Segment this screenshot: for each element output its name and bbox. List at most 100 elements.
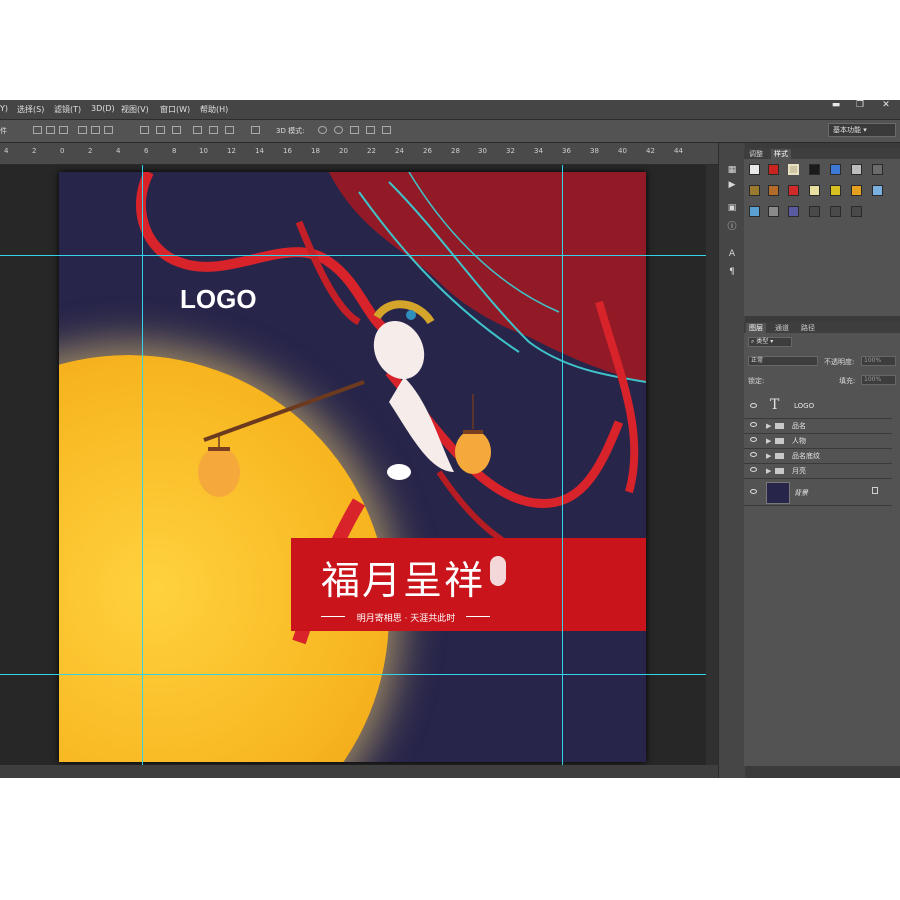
guide-vertical[interactable] bbox=[142, 165, 143, 778]
distribute-top-icon[interactable] bbox=[140, 126, 149, 134]
align-hcenter-icon[interactable] bbox=[91, 126, 100, 134]
style-swatch[interactable] bbox=[830, 164, 841, 175]
auto-align-icon[interactable] bbox=[251, 126, 260, 134]
styles-panel-tabs: 调整 样式 bbox=[744, 148, 900, 159]
eye-icon[interactable] bbox=[750, 422, 757, 427]
3d-slide-icon[interactable] bbox=[366, 126, 375, 134]
info-icon[interactable]: ⓘ bbox=[725, 221, 739, 233]
canvas-area[interactable]: LOGO 福月呈祥 明月寄相思 · 天涯共此时 bbox=[0, 165, 718, 778]
tab-styles[interactable]: 样式 bbox=[771, 149, 791, 159]
layers-panel-tabs: 图层 通道 路径 bbox=[744, 322, 900, 333]
folder-icon bbox=[775, 468, 784, 474]
menu-item-filter[interactable]: 滤镜(T) bbox=[54, 104, 81, 115]
brush-preset-icon[interactable]: ▣ bbox=[725, 202, 739, 214]
guide-horizontal[interactable] bbox=[0, 674, 718, 675]
opacity-field[interactable]: 100% bbox=[861, 356, 896, 366]
style-swatch[interactable] bbox=[768, 206, 779, 217]
horizontal-ruler: 4 2 0 2 4 6 8 10 12 14 16 18 20 22 24 26… bbox=[0, 143, 718, 165]
text-layer-icon: T bbox=[770, 397, 780, 413]
tab-paths[interactable]: 路径 bbox=[798, 323, 818, 333]
style-swatch[interactable] bbox=[809, 185, 820, 196]
kind-filter-select[interactable]: ⌕ 类型 ▾ bbox=[748, 337, 792, 347]
eye-icon[interactable] bbox=[750, 437, 757, 442]
eye-icon[interactable] bbox=[750, 452, 757, 457]
menu-item-3d[interactable]: 3D(D) bbox=[91, 104, 115, 113]
expand-arrow-icon[interactable]: ▶ bbox=[766, 422, 771, 430]
paragraph-icon[interactable]: ¶ bbox=[725, 266, 739, 278]
close-icon[interactable]: ✕ bbox=[877, 100, 895, 111]
guide-vertical[interactable] bbox=[562, 165, 563, 778]
folder-icon bbox=[775, 438, 784, 444]
restore-icon[interactable]: ❐ bbox=[851, 100, 869, 111]
align-left-icon[interactable] bbox=[78, 126, 87, 134]
horizontal-scrollbar[interactable] bbox=[0, 765, 718, 778]
minimize-icon[interactable]: ▬ bbox=[827, 100, 845, 111]
style-swatch[interactable] bbox=[788, 206, 799, 217]
expand-arrow-icon[interactable]: ▶ bbox=[766, 437, 771, 445]
style-swatch[interactable] bbox=[809, 164, 820, 175]
menu-item-image[interactable]: Y) bbox=[0, 104, 8, 113]
menu-item-view[interactable]: 视图(V) bbox=[121, 104, 149, 115]
3d-roll-icon[interactable] bbox=[334, 126, 343, 134]
style-swatch[interactable] bbox=[851, 164, 862, 175]
layer-row[interactable]: ▶ 人物 bbox=[744, 434, 892, 449]
menu-item-select[interactable]: 选择(S) bbox=[17, 104, 44, 115]
layer-row[interactable]: ▶ 月亮 bbox=[744, 464, 892, 479]
style-swatch[interactable] bbox=[851, 206, 862, 217]
style-swatch[interactable] bbox=[809, 206, 820, 217]
layer-row[interactable]: T LOGO bbox=[744, 394, 892, 419]
style-swatch[interactable] bbox=[768, 185, 779, 196]
align-right-icon[interactable] bbox=[104, 126, 113, 134]
character-icon[interactable]: A bbox=[725, 248, 739, 260]
3d-pan-icon[interactable] bbox=[350, 126, 359, 134]
ruler-label: 40 bbox=[618, 147, 627, 155]
style-swatch[interactable] bbox=[749, 164, 760, 175]
layer-name: 人物 bbox=[792, 437, 806, 445]
tab-layers[interactable]: 图层 bbox=[746, 323, 766, 333]
style-swatch[interactable] bbox=[830, 206, 841, 217]
history-icon[interactable]: ▦ bbox=[725, 164, 739, 176]
expand-arrow-icon[interactable]: ▶ bbox=[766, 452, 771, 460]
layers-panel: 图层 通道 路径 ⌕ 类型 ▾ 正常 不透明度: 100% 锁定: 填充: 10… bbox=[744, 322, 900, 766]
style-swatch[interactable] bbox=[749, 185, 760, 196]
distribute-vcenter-icon[interactable] bbox=[156, 126, 165, 134]
distribute-bottom-icon[interactable] bbox=[172, 126, 181, 134]
fill-field[interactable]: 100% bbox=[861, 375, 896, 385]
eye-icon[interactable] bbox=[750, 403, 757, 408]
layer-row[interactable]: 背景 bbox=[744, 479, 892, 506]
tab-channels[interactable]: 通道 bbox=[772, 323, 792, 333]
style-swatch[interactable] bbox=[749, 206, 760, 217]
align-bottom-icon[interactable] bbox=[59, 126, 68, 134]
style-swatch[interactable] bbox=[768, 164, 779, 175]
play-icon[interactable]: ▶ bbox=[725, 179, 739, 191]
eye-icon[interactable] bbox=[750, 467, 757, 472]
menu-item-window[interactable]: 窗口(W) bbox=[160, 104, 190, 115]
blend-mode-select[interactable]: 正常 bbox=[748, 356, 818, 366]
tab-adjustments[interactable]: 调整 bbox=[746, 149, 766, 159]
distribute-right-icon[interactable] bbox=[225, 126, 234, 134]
distribute-left-icon[interactable] bbox=[193, 126, 202, 134]
vertical-scrollbar[interactable] bbox=[706, 165, 718, 770]
ruler-label: 34 bbox=[534, 147, 543, 155]
3d-scale-icon[interactable] bbox=[382, 126, 391, 134]
layer-row[interactable]: ▶ 品名底纹 bbox=[744, 449, 892, 464]
style-swatch[interactable] bbox=[851, 185, 862, 196]
guide-horizontal[interactable] bbox=[0, 255, 718, 256]
align-vcenter-icon[interactable] bbox=[46, 126, 55, 134]
options-bar: 件 3D 模式: 基本功能 ▾ bbox=[0, 119, 900, 143]
style-swatch[interactable] bbox=[830, 185, 841, 196]
ruler-label: 30 bbox=[478, 147, 487, 155]
align-top-icon[interactable] bbox=[33, 126, 42, 134]
style-swatch[interactable] bbox=[872, 185, 883, 196]
eye-icon[interactable] bbox=[750, 489, 757, 494]
layer-row[interactable]: ▶ 品名 bbox=[744, 419, 892, 434]
expand-arrow-icon[interactable]: ▶ bbox=[766, 467, 771, 475]
style-swatch[interactable] bbox=[788, 164, 799, 175]
workspace-select[interactable]: 基本功能 ▾ bbox=[828, 123, 896, 137]
3d-rotate-icon[interactable] bbox=[318, 126, 327, 134]
menu-item-help[interactable]: 帮助(H) bbox=[200, 104, 228, 115]
style-swatch[interactable] bbox=[788, 185, 799, 196]
style-swatch[interactable] bbox=[872, 164, 883, 175]
distribute-hcenter-icon[interactable] bbox=[209, 126, 218, 134]
ruler-label: 0 bbox=[60, 147, 65, 155]
